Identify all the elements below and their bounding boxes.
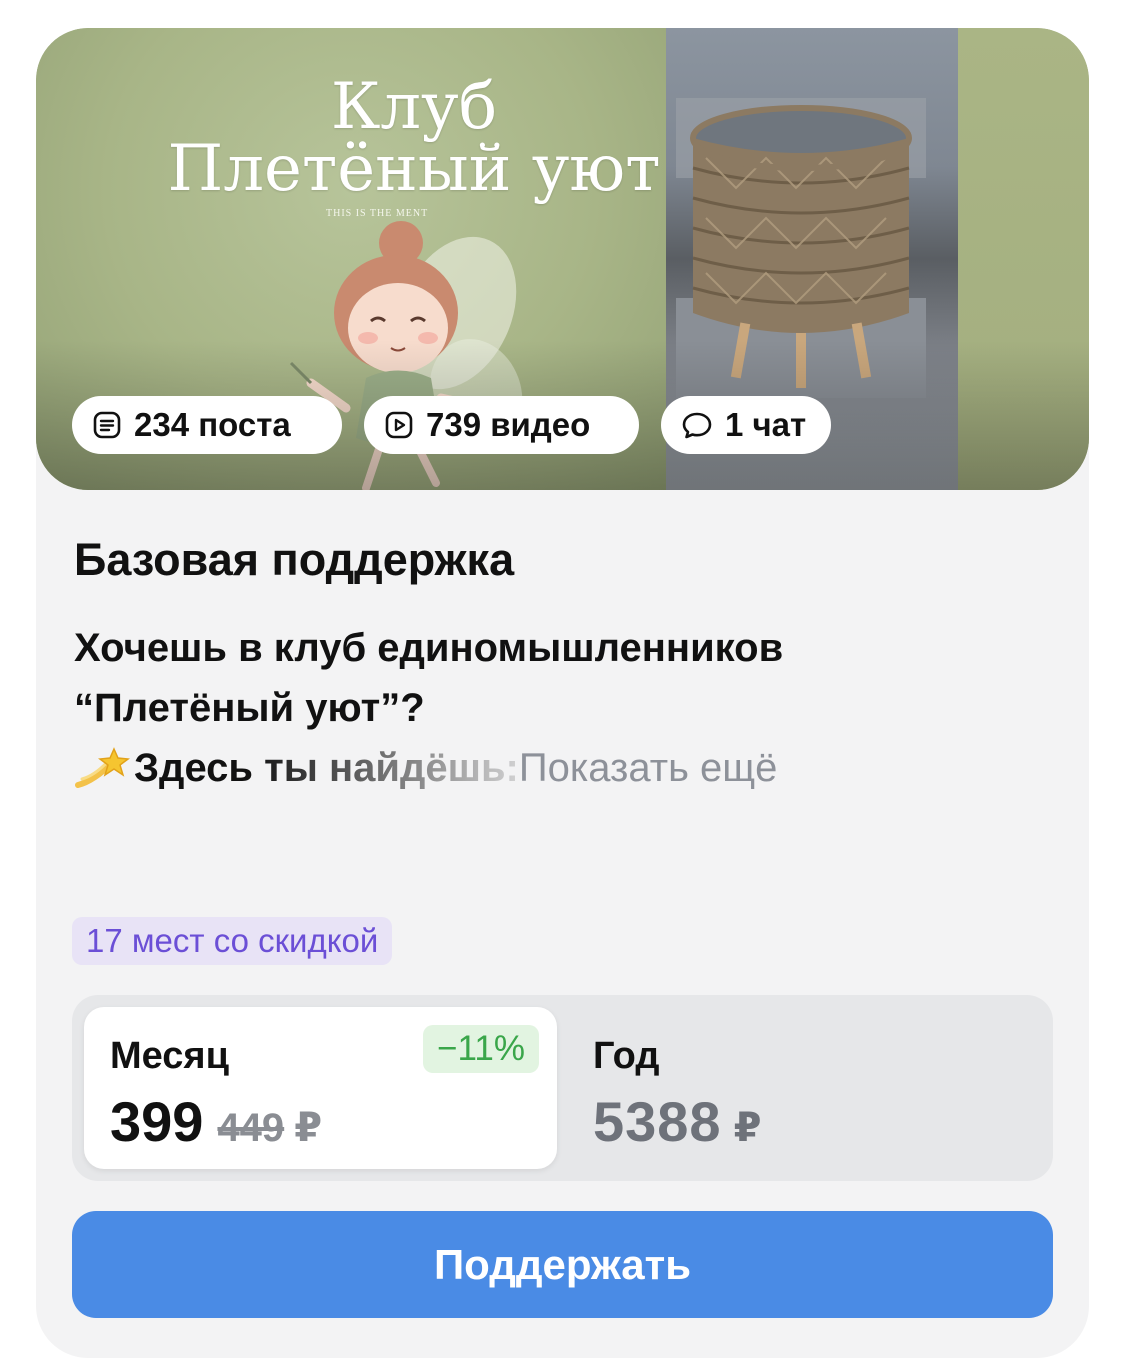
dizzy-comet-icon <box>75 747 130 788</box>
description-line-3-text: Здесь ты найдёшь: <box>134 746 519 790</box>
year-price-row: 5388 ₽ <box>593 1089 761 1154</box>
posts-count-label: 234 поста <box>134 406 291 443</box>
month-price: 399 <box>110 1090 204 1153</box>
discount-seats-badge: 17 мест со скидкой <box>72 917 393 965</box>
show-more-link[interactable]: Показать ещё <box>519 746 778 790</box>
description-line-3: Здесь ты найдёшь:Показать ещё <box>74 738 1054 798</box>
posts-icon <box>93 411 121 439</box>
period-option-month[interactable]: Месяц −11% 399 449 ₽ <box>84 1007 557 1169</box>
month-old-currency: ₽ <box>294 1106 323 1150</box>
chats-count-label: 1 чат <box>725 406 807 443</box>
year-label: Год <box>593 1035 660 1077</box>
month-old-price: 449 <box>217 1106 285 1150</box>
chat-bubble-icon <box>682 412 712 439</box>
cover-title-line1: Клуб <box>330 70 498 144</box>
description-line-1: Хочешь в клуб единомышленников <box>74 626 784 670</box>
support-button[interactable]: Поддержать <box>72 1211 1053 1318</box>
cover-title-line2: Плетёный уют <box>167 132 661 206</box>
cover-title: Клуб Плетёный уют <box>164 70 664 206</box>
chats-count-chip: 1 чат <box>661 396 831 454</box>
cover-image: Клуб Плетёный уют THIS IS THE MENT 234 п… <box>36 28 1089 490</box>
year-currency: ₽ <box>733 1106 762 1150</box>
videos-count-label: 739 видео <box>426 406 591 443</box>
description-line-2: “Плетёный уют”? <box>74 686 425 730</box>
month-label: Месяц <box>110 1035 229 1077</box>
month-price-row: 399 449 ₽ <box>110 1089 322 1154</box>
videos-count-chip: 739 видео <box>364 396 639 454</box>
period-option-year[interactable]: Год 5388 ₽ <box>569 1007 1041 1169</box>
subscription-tier-card: Клуб Плетёный уют THIS IS THE MENT 234 п… <box>36 28 1089 1358</box>
year-price: 5388 <box>593 1090 722 1153</box>
video-icon <box>385 411 413 439</box>
billing-period-switch: Месяц −11% 399 449 ₽ Год 5388 ₽ <box>72 995 1053 1181</box>
tier-title: Базовая поддержка <box>74 534 515 585</box>
tier-description: Хочешь в клуб единомышленников “Плетёный… <box>74 618 1054 798</box>
posts-count-chip: 234 поста <box>72 396 342 454</box>
month-discount-percent: −11% <box>423 1025 539 1073</box>
